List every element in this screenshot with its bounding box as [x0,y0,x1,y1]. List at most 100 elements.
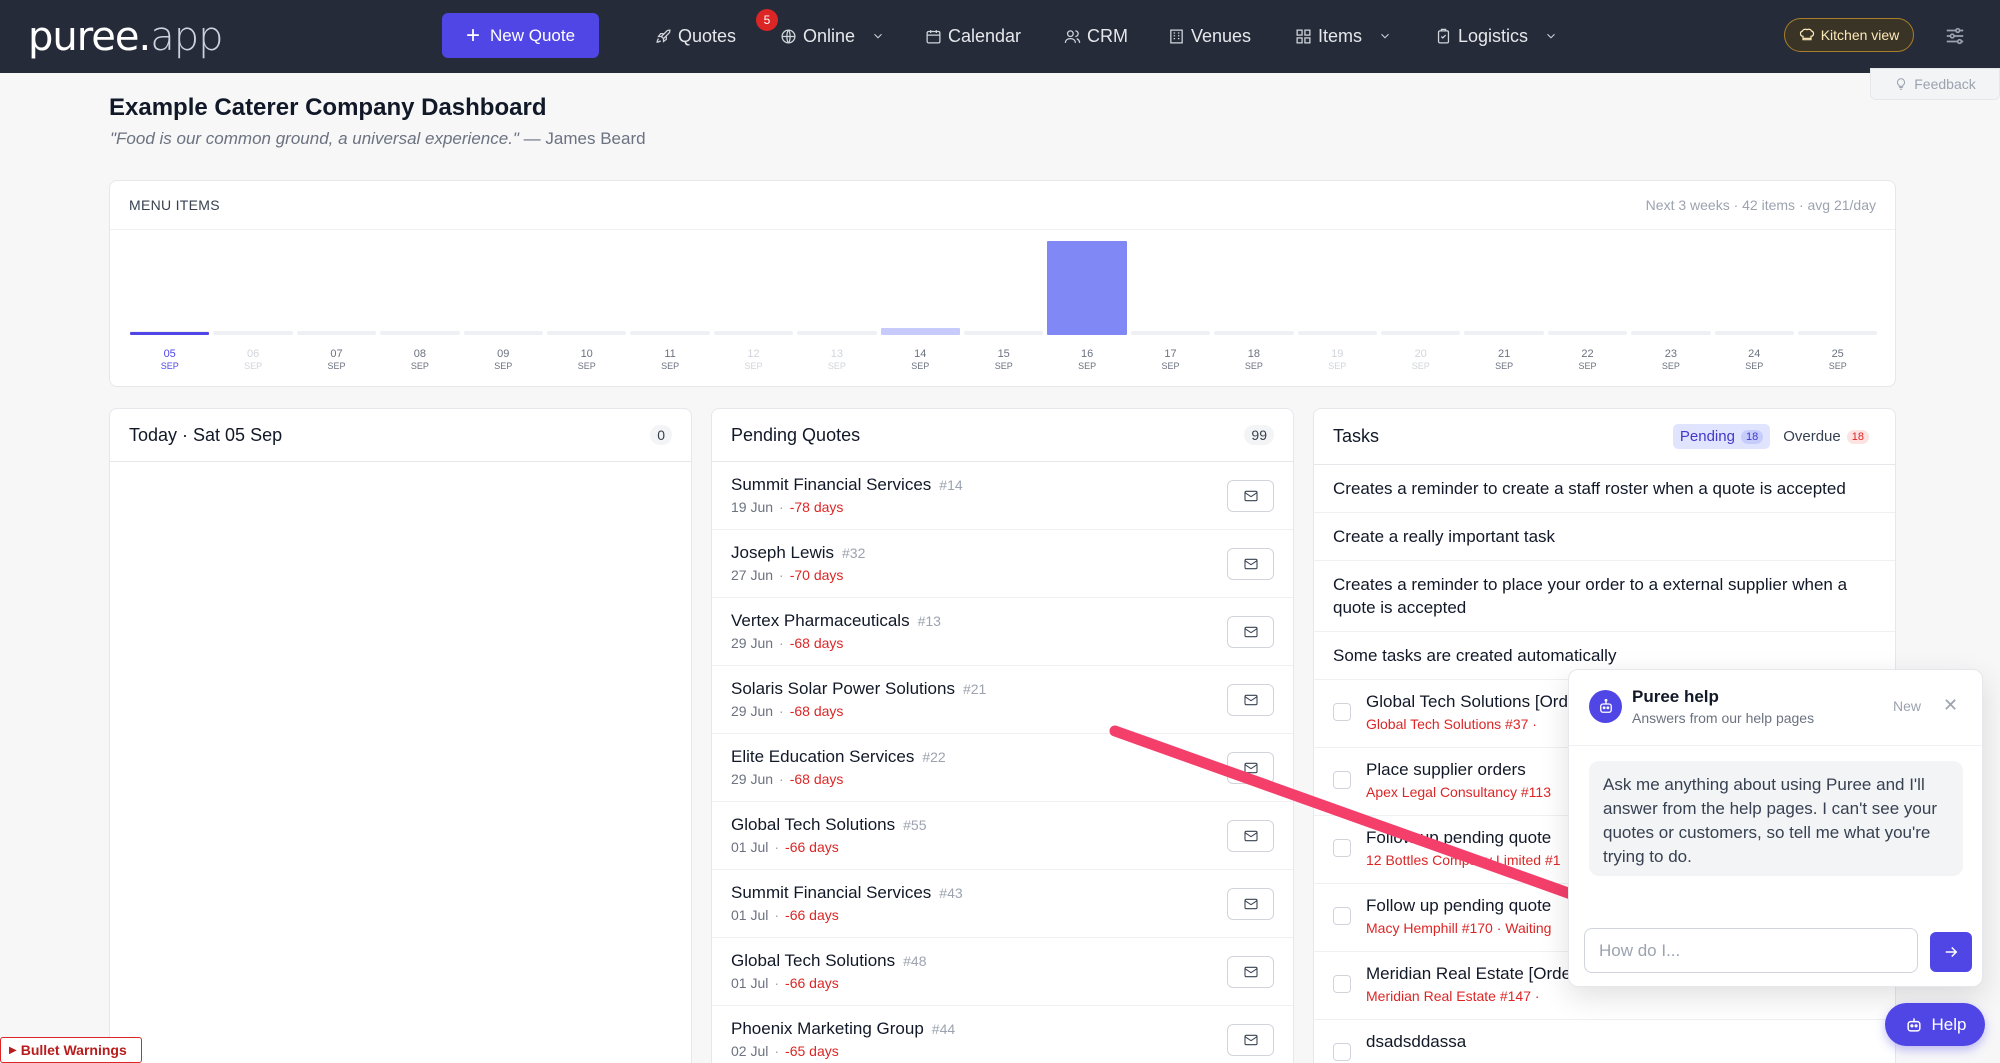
chart-bar[interactable] [213,241,293,335]
quote-customer-name[interactable]: Global Tech Solutions [731,815,895,834]
pending-quotes-title: Pending Quotes [731,424,861,445]
help-button[interactable]: Help [1885,1003,1985,1046]
help-question-input[interactable] [1584,928,1918,973]
sliders-settings-icon[interactable] [1944,25,1966,47]
help-chat-popup: Puree help Answers from our help pages N… [1568,669,1983,987]
chart-bar[interactable] [547,241,627,335]
email-quote-button[interactable] [1227,480,1274,512]
chart-bar[interactable] [1547,241,1628,335]
quote-customer-name[interactable]: Phoenix Marketing Group [731,1019,924,1038]
nav-online[interactable]: Online [780,22,885,50]
chart-bar[interactable] [380,241,460,335]
pending-quote-row[interactable]: Global Tech Solutions #55 01 Jul · -66 days [712,802,1293,870]
nav-calendar[interactable]: Calendar [925,22,1021,50]
today-title: Today · Sat 05 Sep [129,424,283,445]
send-button[interactable] [1930,932,1972,972]
tick-month: SEP [994,361,1013,371]
tick-month: SEP [1244,361,1263,371]
chart-bar[interactable] [130,241,210,335]
pending-quote-row[interactable]: Solaris Solar Power Solutions #21 29 Jun · -… [712,666,1293,734]
nav-venues[interactable]: Venues [1168,22,1251,50]
pending-quote-row[interactable]: Summit Financial Services #14 19 Jun · -78 d… [712,462,1293,530]
chart-bar[interactable] [1381,241,1461,335]
task-info-row: Creates a reminder to place your order t… [1314,561,1895,632]
email-quote-button[interactable] [1227,956,1274,988]
tick-day: 23 [1664,348,1677,360]
chart-bar[interactable] [1214,241,1294,335]
task-checkbox[interactable] [1333,907,1351,925]
triangle-right-icon: ▶ [9,1044,17,1056]
chart-bar[interactable] [463,241,543,335]
email-quote-button[interactable] [1227,548,1274,580]
chart-bar[interactable] [1714,241,1794,335]
chart-bar-fill [1047,241,1127,335]
task-checkbox[interactable] [1333,975,1351,993]
tick-day: 14 [914,348,927,360]
bot-icon [1589,690,1622,723]
kitchen-view-button[interactable]: Kitchen view [1784,18,1914,52]
pending-quote-row[interactable]: Phoenix Marketing Group #44 02 Jul · -65 day… [712,1006,1293,1063]
quote-customer-name[interactable]: Vertex Pharmaceuticals [731,611,910,630]
chart-bar[interactable] [797,241,877,335]
pending-quote-row[interactable]: Summit Financial Services #43 01 Jul · -66 d… [712,870,1293,938]
chart-bar[interactable] [630,241,710,335]
email-quote-button[interactable] [1227,616,1274,648]
chart-bar-track [1798,331,1878,335]
email-quote-button[interactable] [1227,684,1274,716]
quote-days-overdue: -68 days [789,635,844,651]
overdue-tasks-count: 18 [1846,429,1869,444]
chart-tick-label: 05 SEP [130,348,209,372]
task-link[interactable]: Meridian Real Estate #147 · [1366,988,1876,1004]
bullet-warnings-toggle[interactable]: ▶ Bullet Warnings [0,1037,142,1063]
nav-crm[interactable]: CRM [1064,22,1128,50]
task-title[interactable]: dsadsddassa [1366,1032,1876,1052]
new-quote-button[interactable]: + New Quote [442,13,599,58]
tick-month: SEP [1161,361,1180,371]
chart-bar[interactable] [1297,241,1377,335]
email-quote-button[interactable] [1227,1024,1274,1056]
nav-logistics[interactable]: Logistics [1435,22,1558,50]
chart-bar[interactable] [880,241,960,335]
tab-overdue[interactable]: Overdue 18 [1776,424,1876,449]
plus-icon: + [465,21,480,49]
pending-quote-row[interactable]: Joseph Lewis #32 27 Jun · -70 days [712,530,1293,598]
quote-customer-name[interactable]: Elite Education Services [731,747,914,766]
chart-bar[interactable] [296,241,377,335]
quote-customer-name[interactable]: Global Tech Solutions [731,951,895,970]
quote-number: #32 [842,545,866,561]
quote-customer-name[interactable]: Summit Financial Services [731,475,931,494]
close-icon[interactable]: ✕ [1943,696,1958,714]
pending-quote-row[interactable]: Global Tech Solutions #48 01 Jul · -66 days [712,938,1293,1006]
task-checkbox[interactable] [1333,1043,1351,1061]
chart-bar[interactable] [1798,241,1878,335]
chart-bar[interactable] [1631,241,1711,335]
email-quote-button[interactable] [1227,752,1274,784]
quote-days-overdue: -66 days [785,907,839,923]
chart-bar[interactable] [713,241,794,335]
tick-month: SEP [1078,361,1097,371]
task-row[interactable]: dsadsddassa [1314,1020,1895,1063]
tick-month: SEP [1411,361,1430,371]
feedback-button[interactable]: Feedback [1870,68,2000,100]
chart-bar[interactable] [964,241,1044,335]
chart-bar-track [964,331,1044,335]
chart-bar[interactable] [1130,241,1211,335]
nav-items[interactable]: Items [1295,22,1392,50]
nav-quotes[interactable]: Quotes [655,22,736,50]
tab-pending[interactable]: Pending 18 [1672,424,1771,449]
pending-quote-row[interactable]: Vertex Pharmaceuticals #13 29 Jun · -68 days [712,598,1293,666]
task-checkbox[interactable] [1333,703,1351,721]
task-checkbox[interactable] [1333,771,1351,789]
pending-quote-row[interactable]: Elite Education Services #22 29 Jun · -68 da… [712,734,1293,802]
quote-customer-name[interactable]: Solaris Solar Power Solutions [731,679,955,698]
chart-bar[interactable] [1047,241,1127,335]
quote-customer-name[interactable]: Joseph Lewis [731,543,834,562]
help-new-chat-button[interactable]: New [1893,698,1921,714]
quote-customer-name[interactable]: Summit Financial Services [731,883,931,902]
puree-logo[interactable]: puree.app [28,14,224,60]
email-quote-button[interactable] [1227,820,1274,852]
chart-bar[interactable] [1464,241,1544,335]
email-quote-button[interactable] [1227,888,1274,920]
quote-date: 27 Jun [731,567,774,583]
task-checkbox[interactable] [1333,839,1351,857]
